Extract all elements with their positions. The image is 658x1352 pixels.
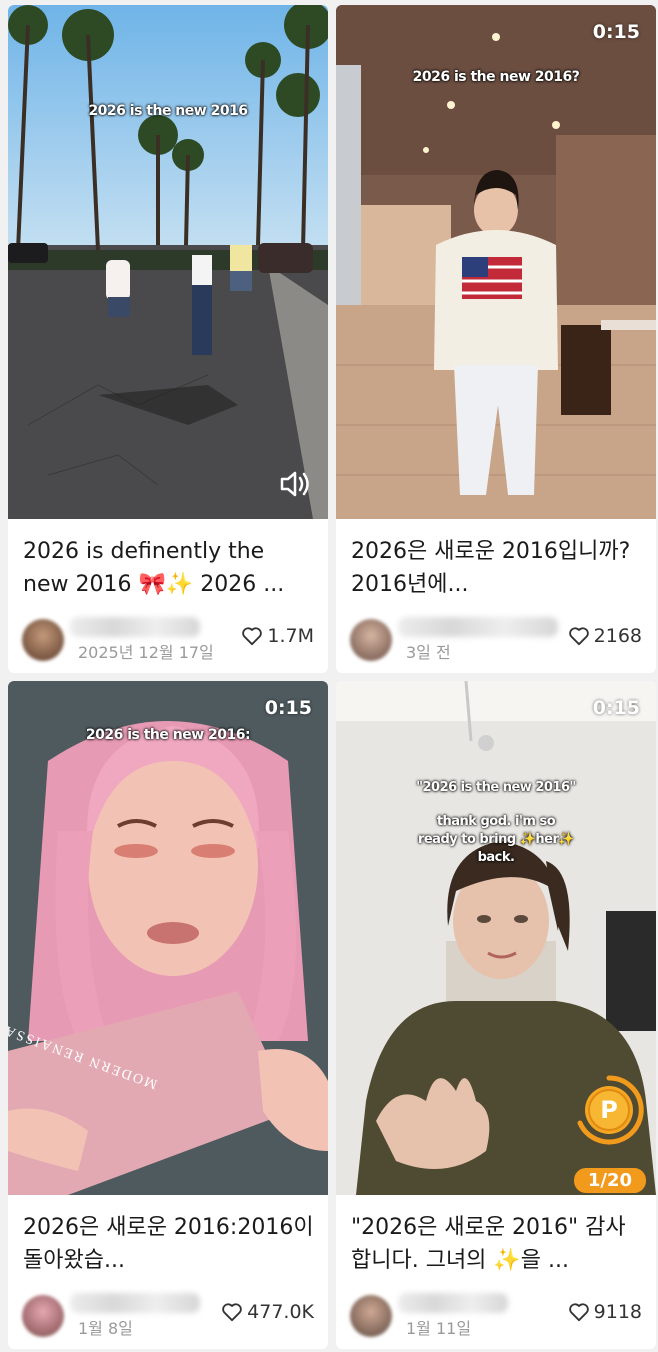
video-card[interactable]: 2026 is the new 2016 2026 is definently … bbox=[8, 5, 328, 673]
like-count-value: 477.0K bbox=[247, 1301, 314, 1323]
video-overlay-subcaption: thank god. i'm so ready to bring ✨her✨ b… bbox=[417, 814, 575, 865]
avatar[interactable] bbox=[22, 1295, 64, 1337]
heart-icon bbox=[222, 1303, 242, 1322]
like-count-value: 9118 bbox=[593, 1301, 642, 1323]
video-meta: 3일 전 2168 bbox=[348, 615, 648, 662]
street-scene-image bbox=[8, 5, 328, 519]
video-title[interactable]: "2026은 새로운 2016" 감사합니다. 그녀의 ✨을 ... bbox=[351, 1211, 643, 1277]
video-overlay-caption: 2026 is the new 2016? bbox=[412, 69, 580, 85]
reward-coin-label: P bbox=[600, 1096, 618, 1124]
post-date: 3일 전 bbox=[406, 643, 451, 662]
post-date: 1월 11일 bbox=[406, 1319, 472, 1338]
video-duration: 0:15 bbox=[592, 697, 640, 719]
avatar[interactable] bbox=[350, 619, 392, 661]
video-thumbnail[interactable]: 0:15 "2026 is the new 2016" thank god. i… bbox=[336, 681, 656, 1195]
blurred-username bbox=[70, 1293, 200, 1313]
video-title[interactable]: 2026 is definently the new 2016 🎀✨ 2026 … bbox=[23, 535, 315, 601]
like-count[interactable]: 2168 bbox=[568, 625, 642, 647]
video-meta: 1월 11일 9118 bbox=[348, 1291, 648, 1338]
makeup-portrait-image: MODERN RENAISSANCE bbox=[8, 681, 328, 1195]
heart-icon bbox=[242, 627, 263, 646]
video-thumbnail[interactable]: 0:15 2026 is the new 2016? bbox=[336, 5, 656, 519]
reward-progress-badge: 1/20 bbox=[573, 1168, 646, 1193]
video-meta: 2025년 12월 17일 1.7M bbox=[20, 615, 320, 662]
video-thumbnail[interactable]: MODERN RENAISSANCE 0:15 2026 is the new … bbox=[8, 681, 328, 1195]
blurred-username bbox=[398, 1293, 508, 1313]
video-card[interactable]: 0:15 2026 is the new 2016? 2026은 새로운 201… bbox=[336, 5, 656, 673]
post-date: 2025년 12월 17일 bbox=[78, 643, 214, 662]
like-count-value: 2168 bbox=[593, 625, 642, 647]
post-date: 1월 8일 bbox=[78, 1319, 133, 1338]
blurred-username bbox=[70, 617, 200, 637]
video-card[interactable]: 0:15 "2026 is the new 2016" thank god. i… bbox=[336, 681, 656, 1349]
like-count[interactable]: 1.7M bbox=[241, 625, 314, 647]
avatar[interactable] bbox=[350, 1295, 392, 1337]
video-title[interactable]: 2026은 새로운 2016:2016이 돌아왔습... bbox=[23, 1211, 315, 1277]
video-card[interactable]: MODERN RENAISSANCE 0:15 2026 is the new … bbox=[8, 681, 328, 1349]
video-thumbnail[interactable]: 2026 is the new 2016 bbox=[8, 5, 328, 519]
speaker-icon[interactable] bbox=[278, 469, 312, 503]
like-count-value: 1.7M bbox=[267, 625, 314, 647]
video-meta: 1월 8일 477.0K bbox=[20, 1291, 320, 1338]
video-overlay-caption: 2026 is the new 2016: bbox=[85, 727, 251, 743]
like-count[interactable]: 477.0K bbox=[221, 1301, 314, 1323]
video-overlay-caption: "2026 is the new 2016" bbox=[416, 780, 576, 795]
video-title[interactable]: 2026은 새로운 2016입니까? 2016년에... bbox=[351, 535, 643, 601]
heart-icon bbox=[568, 1303, 589, 1322]
video-overlay-caption: 2026 is the new 2016 bbox=[88, 103, 248, 119]
avatar[interactable] bbox=[22, 619, 64, 661]
blurred-username bbox=[398, 617, 558, 637]
like-count[interactable]: 9118 bbox=[568, 1301, 642, 1323]
video-duration: 0:15 bbox=[264, 697, 312, 719]
heart-icon bbox=[568, 627, 589, 646]
video-duration: 0:15 bbox=[592, 21, 640, 43]
